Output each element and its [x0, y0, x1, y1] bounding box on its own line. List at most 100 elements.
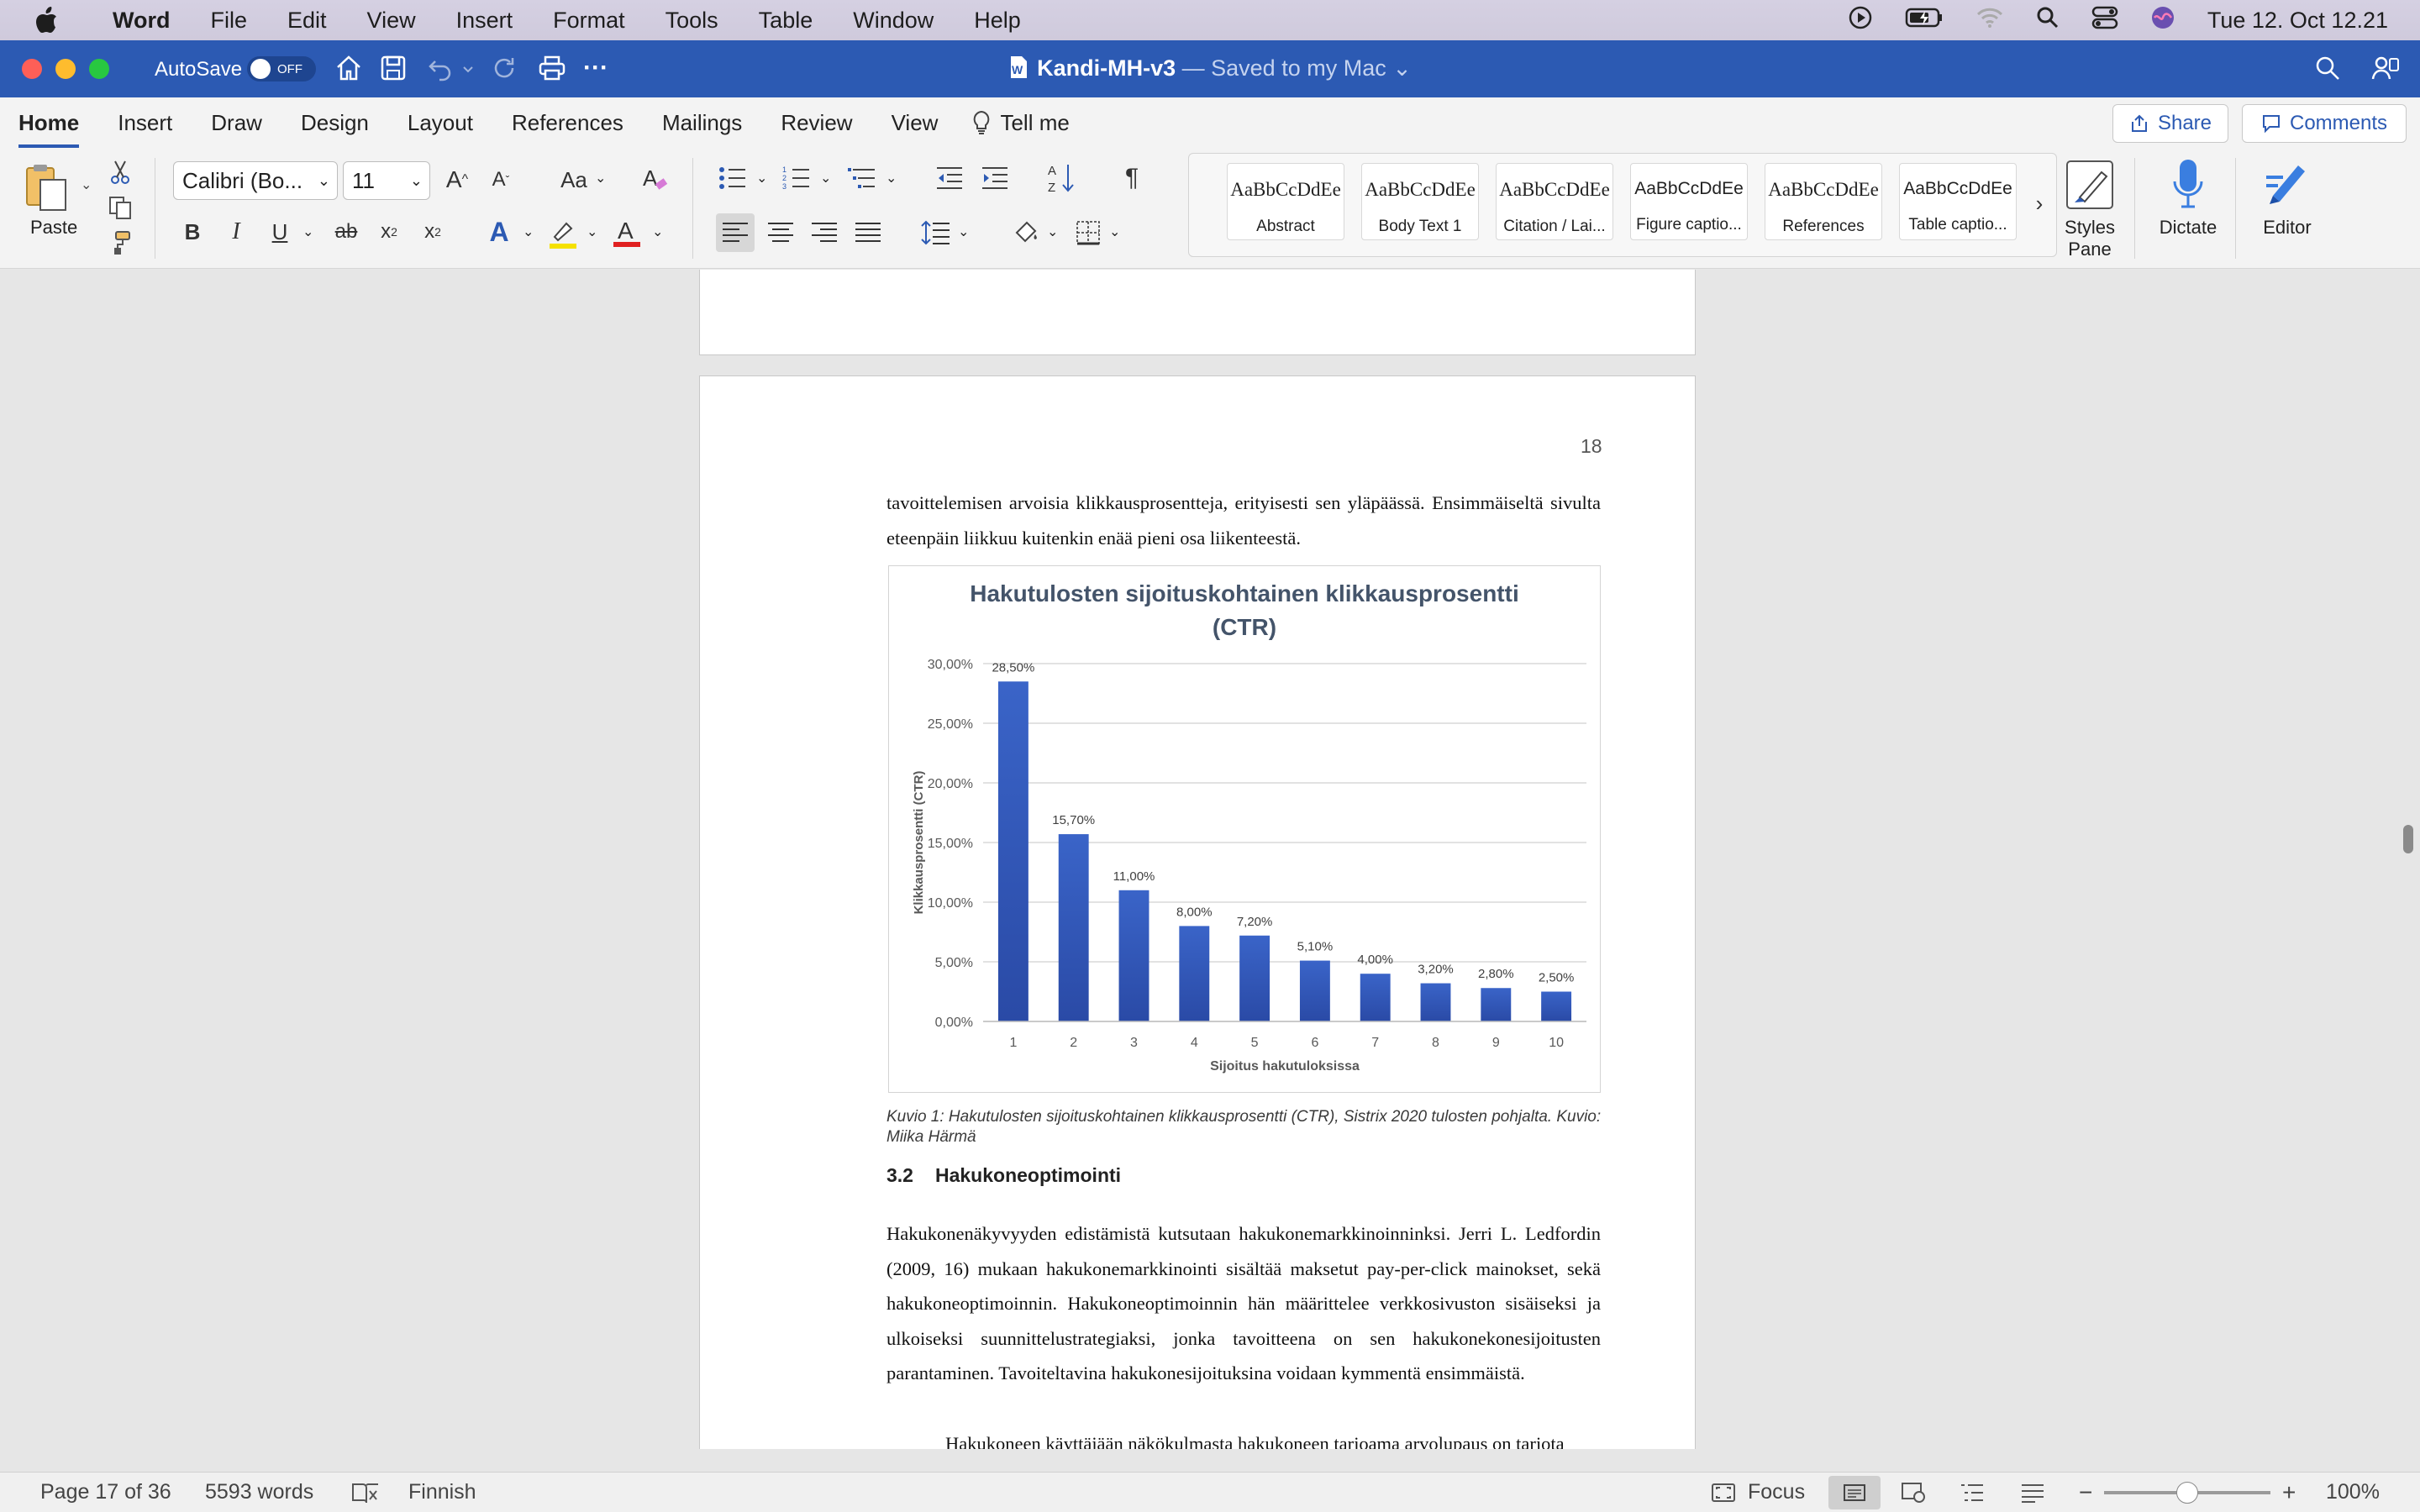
previous-page[interactable] [699, 270, 1696, 355]
text-effects-icon[interactable]: A [482, 215, 516, 249]
paste-options-chevron-icon[interactable]: ⌄ [81, 176, 92, 193]
menu-edit[interactable]: Edit [287, 8, 327, 34]
style-body-text-1[interactable]: AaBbCcDdEe Body Text 1 [1361, 163, 1479, 240]
tab-layout[interactable]: Layout [408, 110, 473, 148]
borders-chevron-icon[interactable]: ⌄ [1109, 223, 1120, 240]
focus-icon[interactable] [1711, 1483, 1736, 1509]
align-right-icon[interactable] [805, 213, 844, 252]
proofing-icon[interactable] [351, 1481, 380, 1510]
screen-record-icon[interactable] [1848, 5, 1873, 36]
line-spacing-chevron-icon[interactable]: ⌄ [958, 223, 969, 240]
document-canvas[interactable]: 18 tavoittelemisen arvoisia klikkauspros… [0, 270, 2420, 1449]
italic-icon[interactable]: I [222, 215, 250, 249]
tab-design[interactable]: Design [301, 110, 369, 148]
comments-button[interactable]: Comments [2242, 104, 2407, 143]
draft-view-icon[interactable] [2020, 1483, 2045, 1509]
zoom-level[interactable]: 100% [2326, 1480, 2380, 1504]
apple-menu-icon[interactable] [34, 3, 67, 37]
decrease-font-size-icon[interactable]: Aˇ [484, 163, 518, 197]
bullets-chevron-icon[interactable]: ⌄ [756, 170, 767, 186]
style-table-caption[interactable]: AaBbCcDdEe Table captio... [1899, 163, 2017, 240]
account-icon[interactable] [2371, 54, 2400, 87]
editor-pen-icon[interactable] [2260, 158, 2314, 212]
style-references[interactable]: AaBbCcDdEe References [1765, 163, 1882, 240]
dictate-microphone-icon[interactable] [2165, 156, 2212, 212]
paste-label[interactable]: Paste [30, 217, 77, 239]
font-color-icon[interactable]: A [608, 213, 645, 250]
tab-references[interactable]: References [512, 110, 623, 148]
vertical-scrollbar-thumb[interactable] [2403, 825, 2413, 853]
style-figure-caption[interactable]: AaBbCcDdEe Figure captio... [1630, 163, 1748, 240]
tab-insert[interactable]: Insert [118, 110, 172, 148]
editor-label[interactable]: Editor [2254, 217, 2321, 239]
style-abstract[interactable]: AaBbCcDdEe Abstract [1227, 163, 1344, 240]
justify-icon[interactable] [849, 213, 887, 252]
cut-icon[interactable] [106, 158, 134, 186]
tab-home[interactable]: Home [18, 110, 80, 148]
clear-formatting-icon[interactable]: A [639, 163, 672, 197]
format-painter-icon[interactable] [106, 228, 134, 257]
zoom-slider-thumb[interactable] [2176, 1482, 2198, 1504]
search-document-icon[interactable] [2314, 55, 2341, 86]
font-name-dropdown[interactable]: Calibri (Bo... ⌄ [173, 161, 338, 200]
menu-tools[interactable]: Tools [666, 8, 718, 34]
shading-chevron-icon[interactable]: ⌄ [1047, 223, 1058, 240]
siri-icon[interactable] [2150, 5, 2175, 36]
superscript-icon[interactable]: x2 [418, 215, 447, 249]
underline-icon[interactable]: U [266, 215, 294, 249]
paste-icon[interactable] [22, 161, 72, 213]
bullets-icon[interactable] [716, 161, 750, 195]
document-page[interactable]: 18 tavoittelemisen arvoisia klikkauspros… [699, 375, 1696, 1449]
menu-window[interactable]: Window [853, 8, 934, 34]
body-paragraph[interactable]: Hakukonenäkyvyyden edistämistä kutsutaan… [886, 1216, 1601, 1391]
print-layout-view-button[interactable] [1828, 1476, 1881, 1509]
change-case-chevron-icon[interactable]: ⌄ [595, 170, 606, 186]
bold-icon[interactable]: B [178, 215, 207, 249]
tab-mailings[interactable]: Mailings [662, 110, 742, 148]
decrease-indent-icon[interactable] [933, 161, 966, 195]
language[interactable]: Finnish [408, 1480, 476, 1504]
menu-file[interactable]: File [211, 8, 248, 34]
tell-me-search[interactable]: Tell me [971, 110, 1070, 148]
dictate-label[interactable]: Dictate [2154, 217, 2222, 239]
style-citation[interactable]: AaBbCcDdEe Citation / Lai... [1496, 163, 1613, 240]
highlight-chevron-icon[interactable]: ⌄ [587, 223, 597, 240]
underline-chevron-icon[interactable]: ⌄ [302, 223, 313, 240]
borders-icon[interactable] [1069, 213, 1107, 252]
multilevel-chevron-icon[interactable]: ⌄ [886, 170, 897, 186]
battery-icon[interactable] [1905, 7, 1944, 34]
line-spacing-icon[interactable] [916, 213, 955, 252]
align-left-icon[interactable] [716, 213, 755, 252]
menu-help[interactable]: Help [974, 8, 1021, 34]
numbering-chevron-icon[interactable]: ⌄ [820, 170, 831, 186]
increase-font-size-icon[interactable]: A ^ [440, 163, 474, 197]
control-center-icon[interactable] [2091, 6, 2118, 35]
styles-gallery-next-chevron-icon[interactable]: › [2027, 188, 2052, 218]
section-heading[interactable]: 3.2 Hakukoneoptimointi [886, 1164, 1121, 1187]
zoom-in-icon[interactable]: + [2282, 1479, 2296, 1506]
body-paragraph[interactable]: tavoittelemisen arvoisia klikkausprosent… [886, 486, 1601, 555]
show-formatting-marks-icon[interactable]: ¶ [1118, 161, 1146, 195]
wifi-icon[interactable] [1975, 7, 2004, 34]
text-effects-chevron-icon[interactable]: ⌄ [523, 223, 534, 240]
font-size-dropdown[interactable]: 11 ⌄ [343, 161, 430, 200]
tab-view[interactable]: View [892, 110, 939, 148]
page-count[interactable]: Page 17 of 36 [40, 1480, 171, 1504]
strikethrough-icon[interactable]: ab [329, 215, 363, 249]
menu-insert[interactable]: Insert [456, 8, 513, 34]
change-case-icon[interactable]: Aa [551, 163, 597, 197]
clock[interactable]: Tue 12. Oct 12.21 [2207, 8, 2388, 34]
styles-pane-icon[interactable] [2064, 158, 2116, 212]
tab-review[interactable]: Review [781, 110, 852, 148]
sort-icon[interactable]: AZ [1045, 160, 1079, 197]
zoom-slider[interactable] [2104, 1482, 2270, 1504]
web-layout-icon[interactable] [1901, 1482, 1926, 1509]
zoom-out-icon[interactable]: − [2079, 1479, 2092, 1506]
saved-status-chevron-icon[interactable]: ⌄ [1392, 55, 1412, 81]
spotlight-search-icon[interactable] [2036, 6, 2060, 35]
numbering-icon[interactable]: 123 [780, 161, 813, 195]
copy-icon[interactable] [106, 193, 134, 222]
share-button[interactable]: Share [2112, 104, 2228, 143]
focus-label[interactable]: Focus [1748, 1480, 1805, 1504]
tab-draw[interactable]: Draw [211, 110, 262, 148]
